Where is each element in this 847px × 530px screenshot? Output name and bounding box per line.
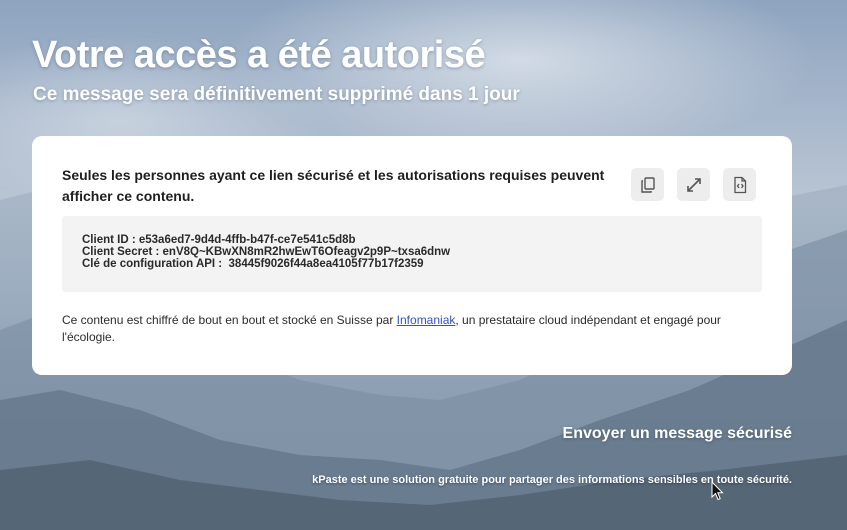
- card-intro-text: Seules les personnes ayant ce lien sécur…: [62, 167, 605, 204]
- copy-icon: [640, 176, 655, 193]
- expand-icon: [686, 177, 701, 192]
- send-secure-message-link[interactable]: Envoyer un message sécurisé: [563, 425, 792, 443]
- infomaniak-link[interactable]: Infomaniak: [397, 313, 456, 327]
- client-id-line: Client ID : e53a6ed7-9d4d-4ffb-b47f-ce7e…: [82, 234, 356, 246]
- expiry-subtitle: Ce message sera définitivement supprimé …: [33, 84, 520, 105]
- copy-button[interactable]: [631, 168, 664, 201]
- expand-button[interactable]: [677, 168, 710, 201]
- page-title: Votre accès a été autorisé: [32, 34, 486, 76]
- secret-content-box[interactable]: Client ID : e53a6ed7-9d4d-4ffb-b47f-ce7e…: [62, 216, 762, 292]
- encryption-note: Ce contenu est chiffré de bout en bout e…: [62, 312, 762, 346]
- file-code-icon: [733, 176, 746, 193]
- message-card: Seules les personnes ayant ce lien sécur…: [32, 136, 792, 375]
- api-key-line: Clé de configuration API : 38445f9026f44…: [82, 258, 424, 270]
- mouse-cursor-icon: [711, 481, 724, 501]
- client-secret-line: Client Secret : enV8Q~KBwXN8mR2hwEwT6Ofe…: [82, 246, 451, 258]
- card-actions: [631, 168, 756, 201]
- code-view-button[interactable]: [723, 168, 756, 201]
- encryption-note-text: Ce contenu est chiffré de bout en bout e…: [62, 313, 397, 327]
